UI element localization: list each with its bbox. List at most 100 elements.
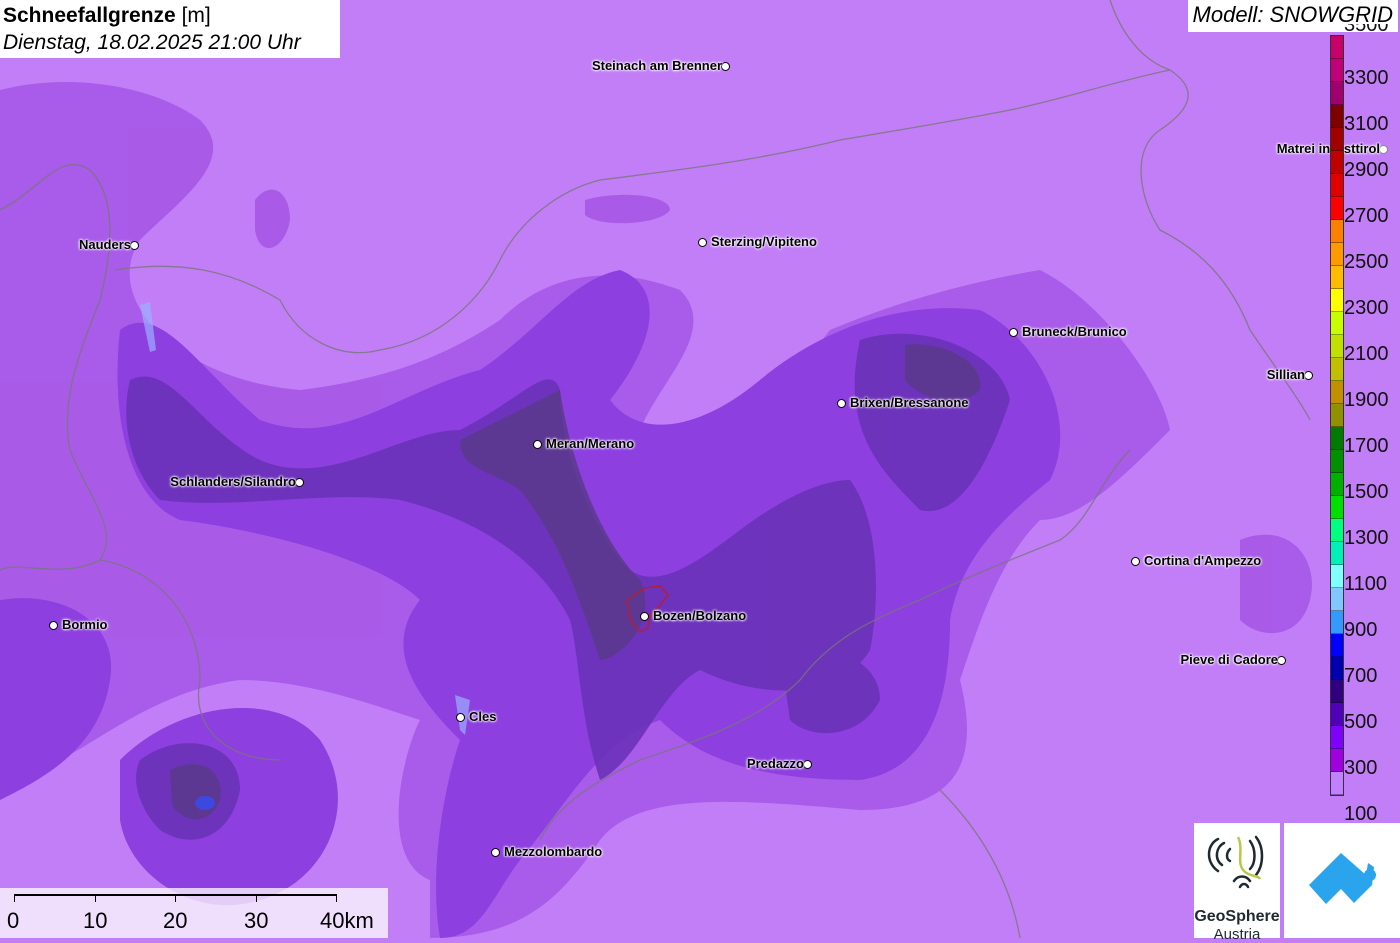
- city-marker: [1009, 328, 1018, 337]
- scale-tick: [95, 894, 96, 902]
- city-marker: [837, 399, 846, 408]
- city-label: Cortina d'Ampezzo: [1144, 553, 1262, 568]
- legend-bin: [1331, 404, 1343, 427]
- snowline-map[interactable]: [0, 0, 1400, 938]
- scale-tick: [175, 894, 176, 902]
- legend-label: 2700: [1344, 205, 1389, 227]
- legend-label: 1900: [1344, 389, 1389, 411]
- legend-bin: [1331, 312, 1343, 335]
- map-title: Schneefallgrenze [m] Dienstag, 18.02.202…: [0, 0, 340, 58]
- city-marker: [295, 478, 304, 487]
- city-label: Bozen/Bolzano: [653, 608, 747, 623]
- city-label: Meran/Merano: [546, 436, 635, 451]
- city-marker: [1277, 656, 1286, 665]
- city-label: Cles: [469, 709, 497, 724]
- city-label: Nauders: [78, 237, 131, 252]
- city-label: Matrei in Osttirol: [1276, 141, 1380, 156]
- legend-bin: [1331, 565, 1343, 588]
- geosphere-emblem-icon: [1207, 835, 1264, 889]
- scale-label: 0: [7, 908, 20, 933]
- title-main: Schneefallgrenze: [3, 4, 176, 27]
- legend-bin: [1331, 266, 1343, 289]
- city-label: Mezzolombardo: [504, 844, 603, 859]
- legend-bin: [1331, 59, 1343, 82]
- legend-bin: [1331, 634, 1343, 657]
- scale-tick: [336, 894, 337, 902]
- legend-bin: [1331, 289, 1343, 312]
- legend-bin: [1331, 335, 1343, 358]
- city-label: Steinach am Brenner: [591, 58, 722, 73]
- legend-bin: [1331, 220, 1343, 243]
- scale-label: 30: [244, 908, 269, 933]
- city-marker: [533, 440, 542, 449]
- city-label: Bormio: [62, 617, 108, 632]
- legend-label: 700: [1344, 665, 1378, 687]
- legend-bin: [1331, 657, 1343, 680]
- legend-label: 1300: [1344, 527, 1389, 549]
- color-legend: [1330, 35, 1344, 796]
- legend-bin: [1331, 243, 1343, 266]
- scale-tick: [14, 894, 15, 902]
- legend-label: 500: [1344, 711, 1378, 733]
- geosphere-name: GeoSphere: [1194, 908, 1280, 925]
- scale-tick: [256, 894, 257, 902]
- legend-bin: [1331, 588, 1343, 611]
- geosphere-logo: GeoSphere Austria: [1194, 823, 1280, 943]
- scale-label: 20: [163, 908, 188, 933]
- legend-label: 1700: [1344, 435, 1389, 457]
- legend-label: 2100: [1344, 343, 1389, 365]
- legend-label: 2500: [1344, 251, 1389, 273]
- city-label: Brixen/Bressanone: [850, 395, 969, 410]
- city-label: Bruneck/Brunico: [1022, 324, 1127, 339]
- legend-bin: [1331, 82, 1343, 105]
- scale-label: 10: [83, 908, 108, 933]
- legend-label: 2900: [1344, 159, 1389, 181]
- scale-label: 40km: [320, 908, 374, 933]
- legend-bin: [1331, 450, 1343, 473]
- mountain-cloud-logo-icon: [1309, 853, 1376, 904]
- legend-bin: [1331, 542, 1343, 565]
- city-label: Sillian: [1266, 367, 1305, 382]
- city-marker: [456, 713, 465, 722]
- city-marker: [698, 238, 707, 247]
- legend-label: 3300: [1344, 67, 1389, 89]
- legend-label: 1100: [1344, 573, 1388, 595]
- legend-bin: [1331, 105, 1343, 128]
- legend-bin: [1331, 197, 1343, 220]
- legend-bin: [1331, 36, 1343, 59]
- legend-bin: [1331, 772, 1343, 795]
- scale-bar: 0 10 20 30 40km: [0, 888, 388, 938]
- legend-bin: [1331, 519, 1343, 542]
- city-label: Pieve di Cadore: [1180, 652, 1278, 667]
- city-marker: [130, 241, 139, 250]
- legend-bin: [1331, 174, 1343, 197]
- city-label: Schlanders/Silandro: [170, 474, 296, 489]
- legend-bin: [1331, 703, 1343, 726]
- legend-bin: [1331, 128, 1343, 151]
- legend-label: 300: [1344, 757, 1378, 779]
- legend-label: 900: [1344, 619, 1378, 641]
- city-marker: [1131, 557, 1140, 566]
- legend-bin: [1331, 381, 1343, 404]
- city-marker: [49, 621, 58, 630]
- city-label: Sterzing/Vipiteno: [711, 234, 817, 249]
- city-marker: [1304, 371, 1313, 380]
- legend-bin: [1331, 726, 1343, 749]
- legend-label: 2300: [1344, 297, 1389, 319]
- legend-bin: [1331, 680, 1343, 703]
- city-label: Predazzo: [746, 756, 804, 771]
- legend-bin: [1331, 496, 1343, 519]
- city-marker: [721, 62, 730, 71]
- legend-bin: [1331, 151, 1343, 174]
- city-marker: [803, 760, 812, 769]
- title-datetime: Dienstag, 18.02.2025 21:00 Uhr: [3, 31, 301, 54]
- title-unit: [m]: [181, 4, 211, 27]
- partner-logo: [1284, 823, 1400, 938]
- legend-bin: [1331, 473, 1343, 496]
- city-marker: [491, 848, 500, 857]
- geosphere-country: Austria: [1213, 926, 1261, 943]
- legend-label: 1500: [1344, 481, 1389, 503]
- legend-bin: [1331, 427, 1343, 450]
- legend-bin: [1331, 358, 1343, 381]
- legend-bin: [1331, 611, 1343, 634]
